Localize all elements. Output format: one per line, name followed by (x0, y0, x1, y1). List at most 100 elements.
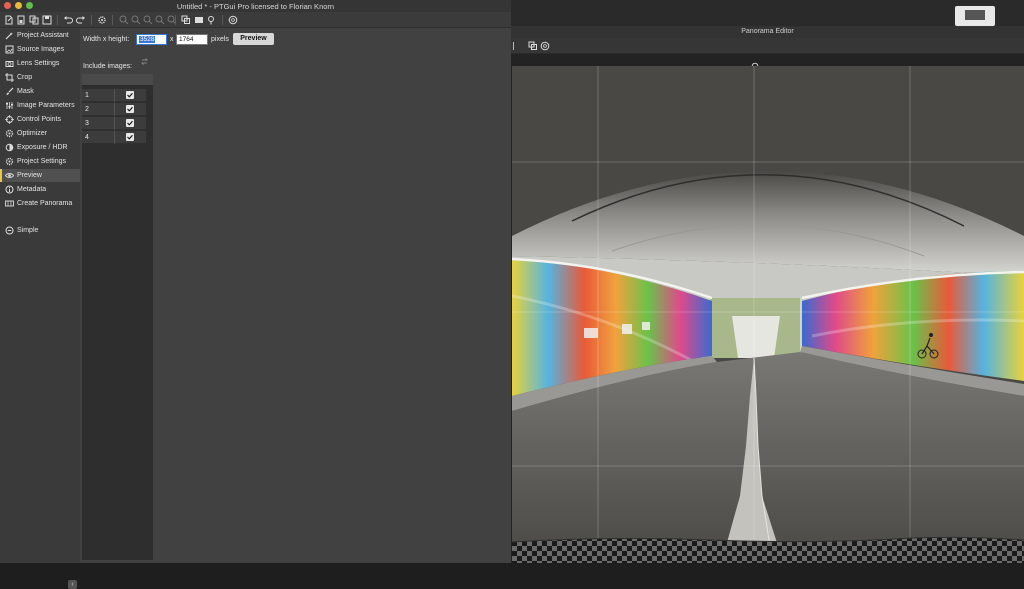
sidebar-item-source-images[interactable]: Source Images (0, 43, 80, 56)
brush-icon (5, 87, 14, 96)
pin-icon[interactable] (206, 15, 216, 25)
chevron-left-icon: ‹ (71, 581, 74, 588)
open-icon[interactable] (16, 15, 26, 25)
height-input[interactable]: 1764 (176, 34, 208, 45)
window-thumbnail[interactable] (955, 6, 995, 26)
preview-panel: Width x height: 3528 x 1764 pixels Previ… (80, 29, 511, 563)
simple-mode-icon (5, 226, 14, 235)
sidebar-item-metadata[interactable]: Metadata (0, 183, 80, 196)
times-label: x (170, 36, 174, 43)
include-image-checkbox[interactable] (126, 105, 134, 113)
sidebar-item-label: Image Parameters (17, 102, 75, 109)
undo-icon[interactable] (63, 15, 73, 25)
width-input[interactable]: 3528 (136, 34, 167, 45)
desktop-strip (511, 0, 1024, 26)
window-title: Untitled * - PTGui Pro licensed to Flori… (176, 2, 335, 11)
title-bar: Untitled * - PTGui Pro licensed to Flori… (0, 0, 511, 12)
image-row[interactable]: 3 (82, 117, 146, 130)
save-icon[interactable] (42, 15, 52, 25)
info-icon (5, 185, 14, 194)
sidebar-item-lens-settings[interactable]: Lens Settings (0, 57, 80, 70)
toolbar-separator (175, 15, 176, 25)
units-label: pixels (211, 36, 229, 43)
sidebar-item-label: Project Settings (17, 158, 67, 165)
collapse-sidebar-button[interactable]: ‹ (68, 580, 77, 589)
sidebar-item-optimizer[interactable]: Optimizer (0, 127, 80, 140)
sidebar-item-label: Project Assistant (17, 32, 69, 39)
sidebar-item-preview[interactable]: Preview (0, 169, 80, 182)
thumbnail-preview (965, 10, 985, 20)
settings-icon[interactable] (97, 15, 107, 25)
refresh-icon[interactable] (140, 57, 149, 66)
toolbar-edge (511, 42, 514, 50)
sidebar-item-project-settings[interactable]: Project Settings (0, 155, 80, 168)
gear-icon (5, 129, 14, 138)
list-header (82, 74, 153, 86)
sidebar-item-create-panorama[interactable]: Create Panorama (0, 197, 80, 210)
sidebar-item-label: Preview (17, 172, 42, 179)
images-icon (5, 45, 14, 54)
panorama-editor-icon[interactable] (528, 41, 538, 51)
toolbar-separator (222, 15, 223, 25)
sidebar-item-label: Exposure / HDR (17, 144, 68, 151)
simple-mode-toggle[interactable]: Simple (0, 224, 80, 237)
crop-icon (5, 73, 14, 82)
preview-button[interactable]: Preview (233, 33, 274, 45)
editor-toolbar (511, 38, 1024, 54)
include-image-checkbox[interactable] (126, 119, 134, 127)
sidebar-item-image-parameters[interactable]: Image Parameters (0, 99, 80, 112)
editor-title: Panorama Editor (741, 28, 794, 35)
image-index: 3 (85, 120, 89, 127)
toolbar-separator (112, 15, 113, 25)
image-index: 1 (85, 92, 89, 99)
sliders-icon (5, 101, 14, 110)
new-project-icon[interactable] (4, 15, 14, 25)
sidebar-item-label: Crop (17, 74, 33, 81)
redo-icon[interactable] (76, 15, 86, 25)
main-window: Untitled * - PTGui Pro licensed to Flori… (0, 0, 511, 589)
help-icon[interactable] (540, 41, 550, 51)
help-icon[interactable] (228, 15, 238, 25)
sidebar: Project Assistant Source Images Lens Set… (0, 29, 80, 589)
duplicate-icon[interactable] (29, 15, 39, 25)
checkmark-icon (127, 106, 133, 112)
eye-icon (5, 171, 14, 180)
include-image-checkbox[interactable] (126, 133, 134, 141)
camera-icon (5, 59, 14, 68)
wand-icon (5, 31, 14, 40)
width-value: 3528 (139, 36, 156, 43)
image-row[interactable]: 4 (82, 131, 146, 144)
editor-title-bar: Panorama Editor (511, 26, 1024, 38)
sidebar-item-label: Mask (17, 88, 34, 95)
sidebar-item-label: Metadata (17, 186, 47, 193)
image-row[interactable]: 1 (82, 89, 146, 102)
image-row[interactable]: 2 (82, 103, 146, 116)
align-icon (155, 15, 165, 25)
target-icon (5, 115, 14, 124)
sidebar-item-exposure-hdr[interactable]: Exposure / HDR (0, 141, 80, 154)
panorama-icon (5, 199, 14, 208)
checkmark-icon (127, 92, 133, 98)
zoom-in-icon (119, 15, 129, 25)
simple-mode-label: Simple (17, 227, 39, 234)
panorama-editor-icon[interactable] (181, 15, 191, 25)
main-toolbar (0, 12, 511, 28)
include-image-checkbox[interactable] (126, 91, 134, 99)
sidebar-item-control-points[interactable]: Control Points (0, 113, 80, 126)
sidebar-item-mask[interactable]: Mask (0, 85, 80, 98)
sidebar-item-project-assistant[interactable]: Project Assistant (0, 29, 80, 42)
settings-icon (5, 157, 14, 166)
panorama-preview-canvas[interactable] (512, 66, 1024, 563)
zoom-out-icon (131, 15, 141, 25)
panorama-editor-window: Panorama Editor (511, 0, 1024, 563)
include-images-label: Include images: (83, 63, 133, 70)
exposure-icon (5, 143, 14, 152)
image-index: 4 (85, 134, 89, 141)
detail-viewer-icon[interactable] (194, 15, 204, 25)
sidebar-item-label: Optimizer (17, 130, 47, 137)
sidebar-item-label: Lens Settings (17, 60, 60, 67)
size-label: Width x height: (83, 36, 130, 43)
zoom-fit-icon (143, 15, 153, 25)
toolbar-separator (91, 15, 92, 25)
sidebar-item-crop[interactable]: Crop (0, 71, 80, 84)
